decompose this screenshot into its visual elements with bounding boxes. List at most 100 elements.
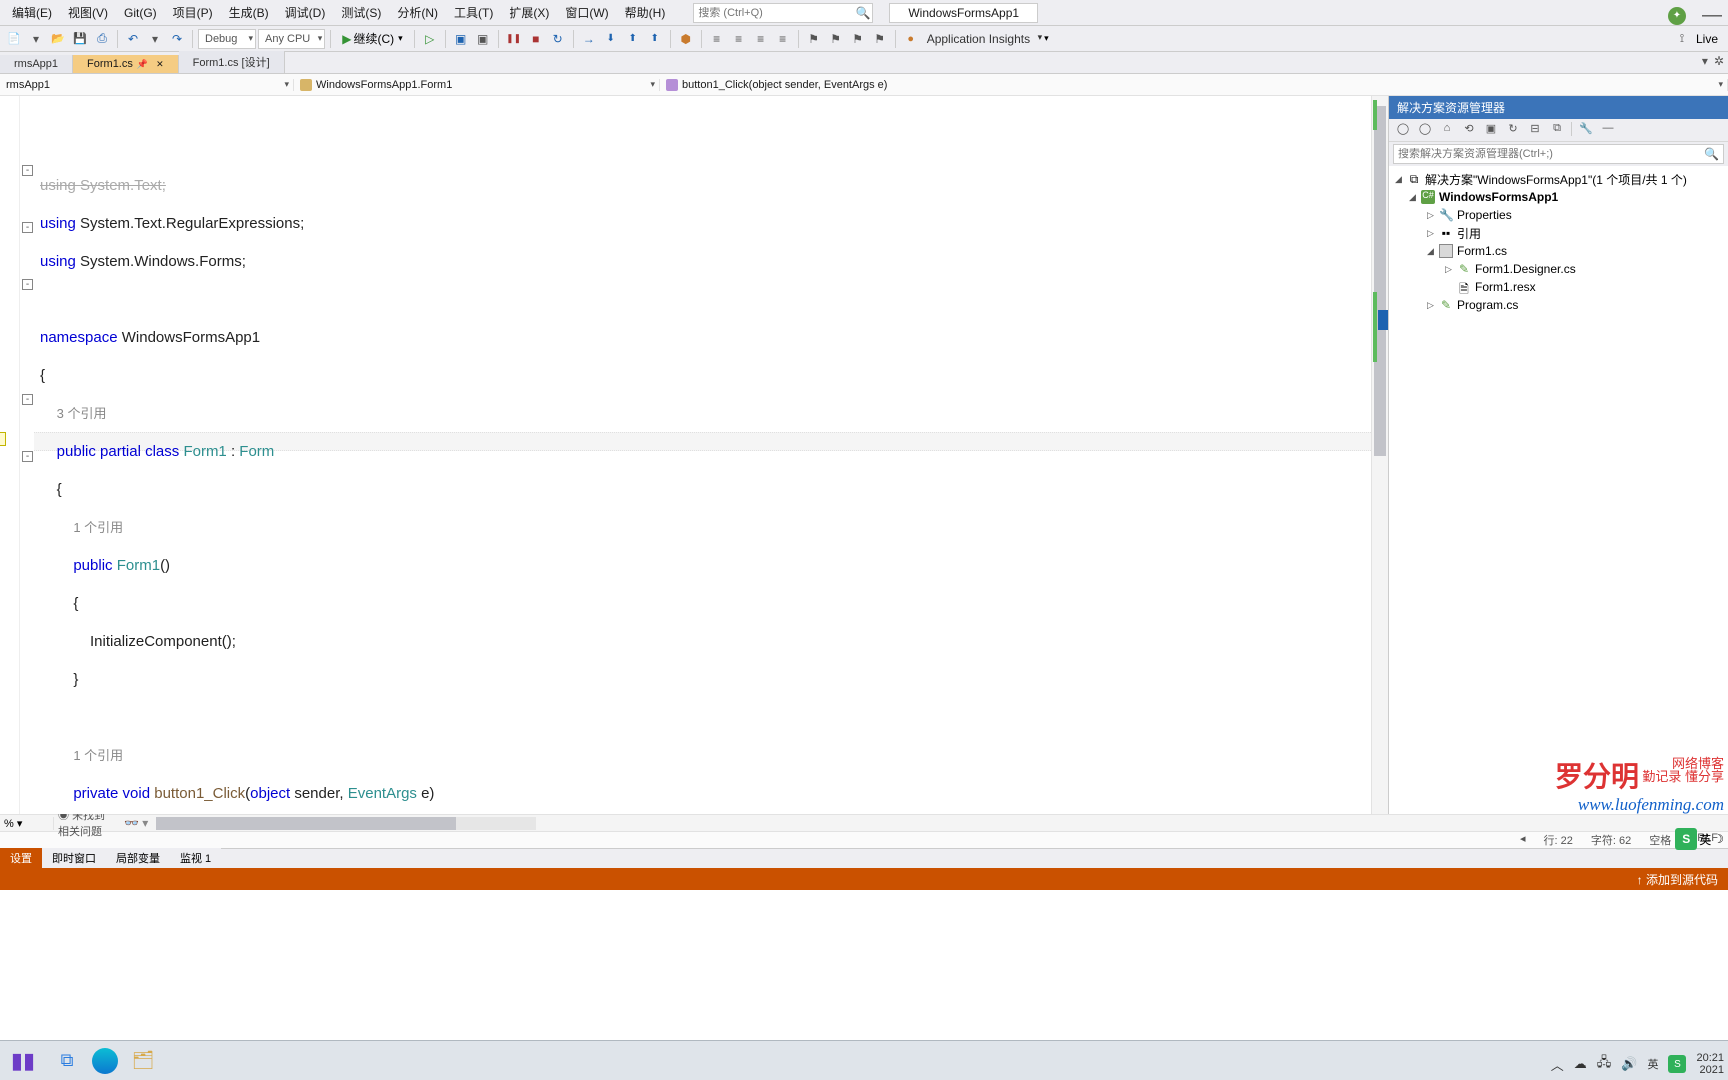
- solution-name-badge[interactable]: WindowsFormsApp1: [889, 3, 1038, 23]
- chevron-right-icon[interactable]: ▷: [1427, 300, 1439, 311]
- chevron-up-icon[interactable]: ︿: [1551, 1055, 1564, 1074]
- tree-program-cs[interactable]: ▷ ✎ Program.cs: [1389, 296, 1728, 314]
- search-icon[interactable]: 🔍: [1704, 147, 1719, 161]
- panel-tab-settings[interactable]: 设置: [0, 848, 42, 868]
- save-all-icon[interactable]: [92, 29, 112, 49]
- tree-solution-root[interactable]: ◢ ⧉ 解决方案"WindowsFormsApp1"(1 个项目/共 1 个): [1389, 170, 1728, 188]
- undo-dropdown-icon[interactable]: ▾: [145, 29, 165, 49]
- chevron-right-icon[interactable]: ▷: [1427, 210, 1439, 221]
- indent-more-icon[interactable]: [729, 29, 749, 49]
- panel-tab-locals[interactable]: 局部变量: [106, 848, 170, 868]
- global-search[interactable]: 🔍: [693, 3, 873, 23]
- windows-taskbar[interactable]: ▮▮ ⧉ 🗂 ︿ ☁ 🖧 🔊 英 S 20:212021: [0, 1040, 1728, 1080]
- editor-margin[interactable]: [0, 96, 20, 814]
- collapse-icon[interactable]: ⊟: [1527, 122, 1543, 138]
- menu-help[interactable]: 帮助(H): [617, 1, 674, 24]
- network-icon[interactable]: 🖧: [1597, 1053, 1612, 1075]
- menu-debug[interactable]: 调试(D): [277, 1, 334, 24]
- search-icon[interactable]: 🔍: [854, 6, 872, 20]
- explorer-icon[interactable]: 🗂: [124, 1044, 162, 1078]
- home-icon[interactable]: ⌂: [1439, 122, 1455, 138]
- sync-icon[interactable]: ⟲: [1461, 122, 1477, 138]
- config-dropdown[interactable]: Debug: [198, 29, 256, 49]
- tree-properties[interactable]: ▷ 🔧 Properties: [1389, 206, 1728, 224]
- tree-project[interactable]: ◢ C# WindowsFormsApp1: [1389, 188, 1728, 206]
- bookmark-prev-icon[interactable]: [826, 29, 846, 49]
- menu-git[interactable]: Git(G): [116, 3, 165, 23]
- step-out-icon[interactable]: [645, 29, 665, 49]
- tree-form1-resx[interactable]: 🗎 Form1.resx: [1389, 278, 1728, 296]
- zoom-dropdown[interactable]: % ▾: [0, 817, 54, 830]
- live-label[interactable]: Live: [1696, 32, 1718, 46]
- edge-icon[interactable]: [92, 1048, 118, 1074]
- volume-icon[interactable]: 🔊: [1621, 1056, 1637, 1072]
- chevron-down-icon[interactable]: ◢: [1427, 246, 1439, 257]
- uncomment-icon[interactable]: [773, 29, 793, 49]
- hex-icon[interactable]: ⬢: [676, 29, 696, 49]
- step-over-icon[interactable]: [623, 29, 643, 49]
- new-file-icon[interactable]: [4, 29, 24, 49]
- chevron-right-icon[interactable]: ▷: [1427, 228, 1439, 239]
- nav-left-icon[interactable]: ◂: [1520, 832, 1526, 848]
- refresh-icon[interactable]: ↻: [1505, 122, 1521, 138]
- menu-project[interactable]: 项目(P): [165, 1, 221, 24]
- wrench-icon[interactable]: 🔧: [1578, 122, 1594, 138]
- show-all-icon[interactable]: ▣: [1483, 122, 1499, 138]
- new-dropdown-icon[interactable]: ▾: [26, 29, 46, 49]
- scrollbar-thumb[interactable]: [1374, 106, 1386, 456]
- tab-overflow-icon[interactable]: ▾: [1702, 54, 1708, 68]
- start-no-debug-icon[interactable]: [420, 29, 440, 49]
- search-input[interactable]: [694, 7, 854, 19]
- menu-extensions[interactable]: 扩展(X): [501, 1, 557, 24]
- tab-form1-cs[interactable]: Form1.cs: [73, 55, 179, 73]
- crumb-method[interactable]: button1_Click(object sender, EventArgs e…: [660, 79, 1728, 91]
- solution-search[interactable]: 🔍: [1393, 144, 1724, 164]
- menu-edit[interactable]: 编辑(E): [4, 1, 60, 24]
- ime-badge[interactable]: S 英 ☽: [1675, 828, 1724, 850]
- vertical-scrollbar[interactable]: [1371, 96, 1388, 814]
- panel-tab-watch[interactable]: 监视 1: [170, 848, 221, 868]
- error-lens-icon[interactable]: 👓 ▾: [120, 816, 152, 830]
- window-minimize-icon[interactable]: —: [1702, 4, 1722, 27]
- live-share-icon[interactable]: [1672, 29, 1692, 49]
- solution-search-input[interactable]: [1398, 148, 1704, 160]
- code-editor[interactable]: - - - - - using System.Text; using Syste…: [0, 96, 1388, 814]
- menu-window[interactable]: 窗口(W): [557, 1, 616, 24]
- menu-view[interactable]: 视图(V): [60, 1, 116, 24]
- menu-tools[interactable]: 工具(T): [446, 1, 501, 24]
- fold-toggle[interactable]: -: [22, 279, 33, 290]
- status-spaces[interactable]: 空格: [1649, 832, 1671, 848]
- stop-icon[interactable]: [526, 29, 546, 49]
- step-into-icon[interactable]: [601, 29, 621, 49]
- panel-tab-immediate[interactable]: 即时窗口: [42, 848, 106, 868]
- code-text[interactable]: using System.Text; using System.Text.Reg…: [34, 96, 1371, 814]
- pin-icon[interactable]: [133, 58, 152, 70]
- restart-icon[interactable]: [548, 29, 568, 49]
- system-tray[interactable]: ︿ ☁ 🖧 🔊 英 S 20:212021: [1551, 1052, 1724, 1076]
- platform-dropdown[interactable]: Any CPU: [258, 29, 325, 49]
- box2-icon[interactable]: ▣: [473, 29, 493, 49]
- insights-dropdown[interactable]: Application Insights: [923, 32, 1044, 46]
- continue-button[interactable]: 继续(C) ▾: [336, 30, 408, 47]
- onedrive-icon[interactable]: ☁: [1574, 1056, 1587, 1072]
- pause-icon[interactable]: [504, 29, 524, 49]
- forward-icon[interactable]: ◯: [1417, 122, 1433, 138]
- undo-icon[interactable]: [123, 29, 143, 49]
- comment-icon[interactable]: [751, 29, 771, 49]
- tree-form1-designer[interactable]: ▷ ✎ Form1.Designer.cs: [1389, 260, 1728, 278]
- menu-test[interactable]: 测试(S): [333, 1, 389, 24]
- sogou-tray-icon[interactable]: S: [1668, 1055, 1686, 1073]
- box-icon[interactable]: [451, 29, 471, 49]
- ime-indicator[interactable]: 英: [1647, 1056, 1658, 1072]
- bookmark-icon[interactable]: [804, 29, 824, 49]
- crumb-project[interactable]: rmsApp1: [0, 79, 294, 91]
- show-next-icon[interactable]: [579, 29, 599, 49]
- tab-rmsapp1[interactable]: rmsApp1: [0, 55, 73, 73]
- redo-icon[interactable]: [167, 29, 187, 49]
- horizontal-scrollbar[interactable]: [156, 817, 536, 830]
- back-icon[interactable]: ◯: [1395, 122, 1411, 138]
- fold-toggle[interactable]: -: [22, 451, 33, 462]
- insights-icon[interactable]: [901, 29, 921, 49]
- fold-toggle[interactable]: -: [22, 165, 33, 176]
- view-icon[interactable]: —: [1600, 122, 1616, 138]
